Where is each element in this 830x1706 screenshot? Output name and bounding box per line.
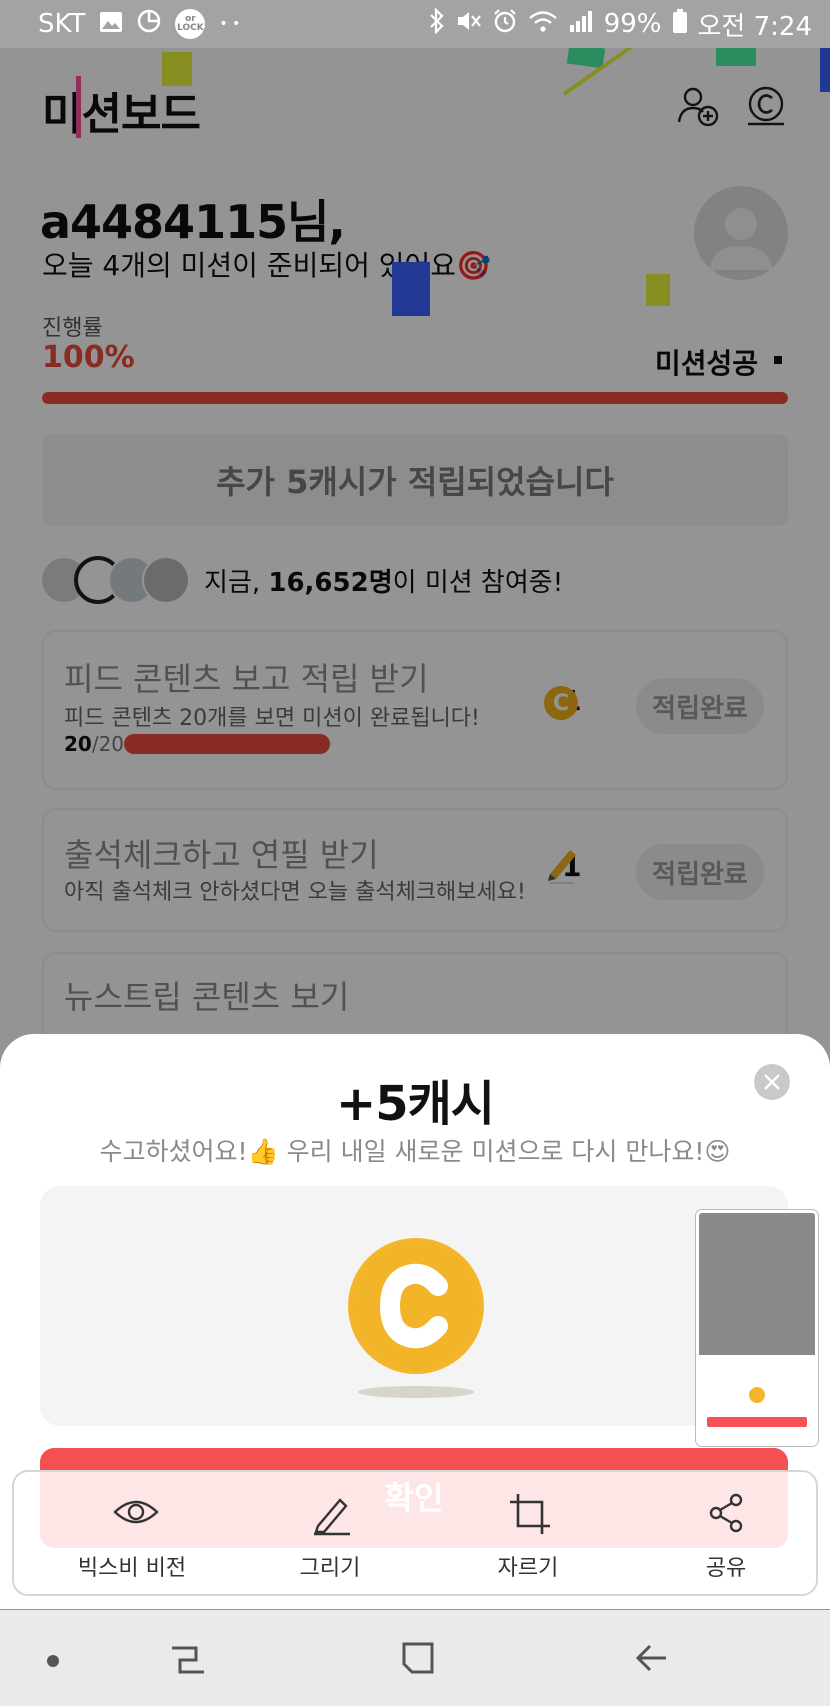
alarm-icon xyxy=(492,8,518,41)
cash-coin-icon xyxy=(749,1387,765,1403)
carrier-label: SKT xyxy=(38,9,86,39)
thumbnail-sheet xyxy=(699,1355,815,1443)
status-bar: SKT or LOCK • • 99% 오전 7:24 xyxy=(0,0,830,48)
gallery-icon xyxy=(99,11,123,37)
bixby-vision-button[interactable]: 빅스비 비전 xyxy=(34,1472,230,1594)
system-nav-bar xyxy=(0,1610,830,1706)
pen-icon xyxy=(314,1498,350,1536)
more-notifications-icon: • • xyxy=(219,16,241,32)
recent-apps-icon[interactable] xyxy=(168,1638,208,1678)
close-icon xyxy=(764,1074,780,1090)
thumbnail-button xyxy=(707,1417,807,1427)
thumbnail-preview xyxy=(699,1213,815,1355)
coin-shadow xyxy=(358,1386,474,1398)
crop-button[interactable]: 자르기 xyxy=(430,1472,626,1594)
clock: 오전 7:24 xyxy=(697,11,813,42)
screenshot-toolbar: 빅스비 비전 그리기 자르기 공유 xyxy=(12,1470,818,1596)
eye-icon xyxy=(113,1500,159,1524)
coin-panel xyxy=(40,1186,788,1426)
battery-icon xyxy=(672,8,688,41)
tool-label: 자르기 xyxy=(497,1556,559,1581)
crop-icon xyxy=(510,1494,550,1534)
home-icon[interactable] xyxy=(398,1638,438,1678)
wifi-icon xyxy=(528,9,558,40)
tool-label: 그리기 xyxy=(299,1556,361,1581)
signal-icon xyxy=(568,9,594,40)
screenshot-thumbnail[interactable] xyxy=(696,1210,818,1446)
tool-label: 빅스비 비전 xyxy=(77,1556,187,1581)
mute-icon xyxy=(456,9,482,40)
lock-app-icon: or LOCK xyxy=(175,9,206,39)
reward-title: +5캐시 xyxy=(336,1076,495,1132)
share-icon xyxy=(709,1493,743,1533)
cash-coin-icon xyxy=(348,1238,484,1374)
pie-chart-icon xyxy=(137,9,161,40)
bluetooth-icon xyxy=(428,6,446,41)
draw-button[interactable]: 그리기 xyxy=(232,1472,428,1594)
tool-label: 공유 xyxy=(705,1556,747,1581)
reward-subtitle: 수고하셨어요!👍 우리 내일 새로운 미션으로 다시 만나요!😍 xyxy=(99,1137,731,1166)
share-button[interactable]: 공유 xyxy=(628,1472,824,1594)
close-button[interactable] xyxy=(754,1064,790,1100)
battery-percent: 99% xyxy=(603,9,662,39)
back-icon[interactable] xyxy=(632,1638,672,1678)
dot-icon[interactable] xyxy=(46,1654,60,1668)
